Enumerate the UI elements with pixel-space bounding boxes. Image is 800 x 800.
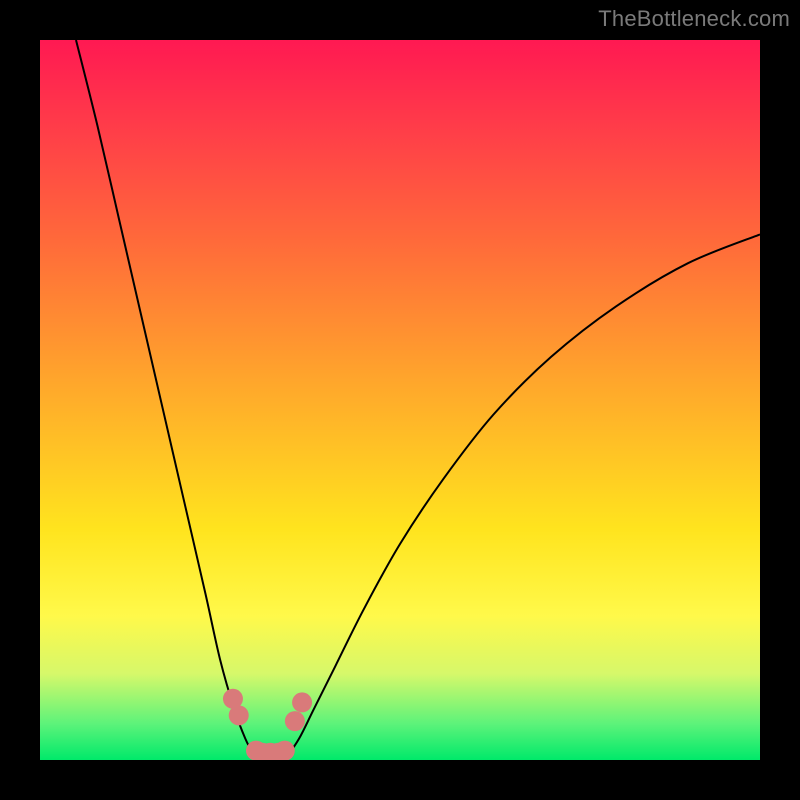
watermark-text: TheBottleneck.com [598,6,790,32]
curve-layer [40,40,760,760]
marker-dot [292,692,312,712]
chart-frame: TheBottleneck.com [0,0,800,800]
marker-dot [285,711,305,731]
left-curve [76,40,256,760]
marker-group [223,689,312,760]
right-curve [285,234,760,760]
marker-dot [229,705,249,725]
plot-area [40,40,760,760]
marker-dot [275,741,295,760]
